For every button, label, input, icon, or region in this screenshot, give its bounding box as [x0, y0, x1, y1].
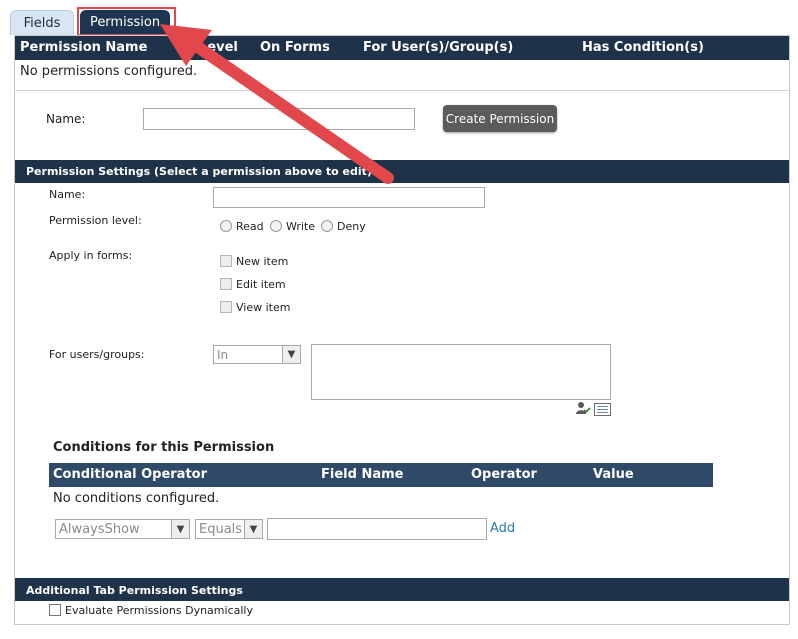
arrow-annotation	[160, 24, 394, 184]
